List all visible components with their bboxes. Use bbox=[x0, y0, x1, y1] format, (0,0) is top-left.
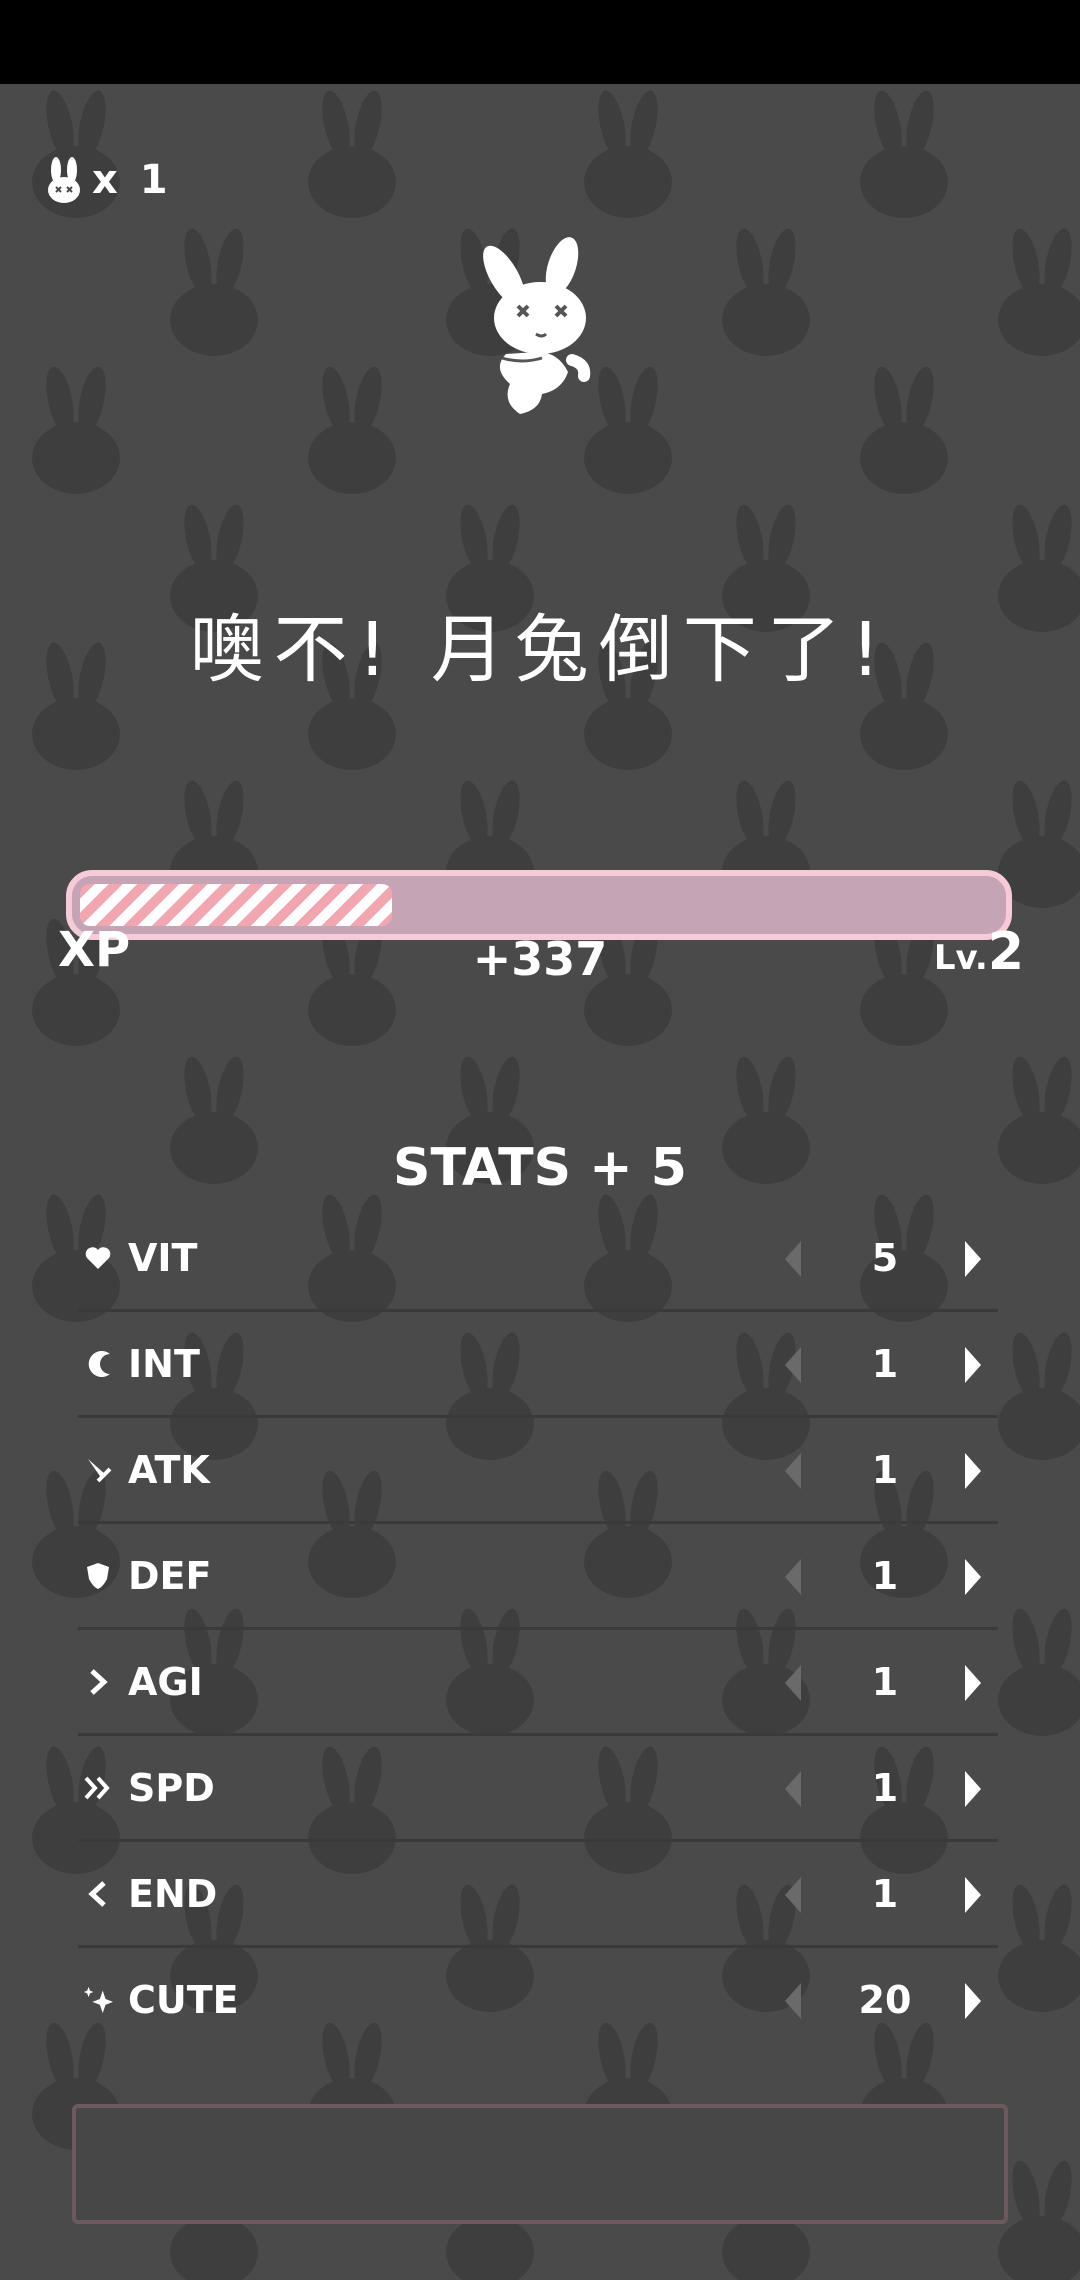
agility-arrow-icon bbox=[82, 1664, 114, 1700]
sparkle-icon bbox=[82, 1982, 114, 2018]
bunny-icon bbox=[48, 157, 80, 203]
stat-name: CUTE bbox=[128, 1978, 239, 2022]
stat-value: 1 bbox=[871, 1554, 899, 1598]
xp-progress-bar bbox=[66, 870, 1012, 940]
decrease-atk-button[interactable] bbox=[770, 1448, 816, 1494]
decrease-end-button[interactable] bbox=[770, 1872, 816, 1918]
increase-vit-button[interactable] bbox=[950, 1236, 996, 1282]
stat-name: END bbox=[128, 1872, 218, 1916]
stat-name: VIT bbox=[128, 1236, 198, 1280]
lives-count: x 1 bbox=[92, 157, 172, 203]
stat-row-int: INT 1 bbox=[78, 1312, 998, 1418]
level-number: 2 bbox=[987, 922, 1024, 982]
stat-name: AGI bbox=[128, 1660, 203, 1704]
increase-atk-button[interactable] bbox=[950, 1448, 996, 1494]
status-bar bbox=[0, 0, 1080, 84]
stat-value: 1 bbox=[871, 1448, 899, 1492]
stat-value: 1 bbox=[871, 1872, 899, 1916]
increase-cute-button[interactable] bbox=[950, 1978, 996, 2024]
confirm-button-area[interactable] bbox=[72, 2104, 1008, 2224]
game-over-title: 噢不! 月兔倒下了! bbox=[189, 607, 891, 693]
stat-value: 5 bbox=[871, 1236, 899, 1280]
stat-row-def: DEF 1 bbox=[78, 1524, 998, 1630]
stats-list: VIT 5 INT 1 ATK 1 DEF 1 AGI 1 SPD 1 END … bbox=[78, 1206, 998, 2054]
increase-agi-button[interactable] bbox=[950, 1660, 996, 1706]
decrease-agi-button[interactable] bbox=[770, 1660, 816, 1706]
decrease-vit-button[interactable] bbox=[770, 1236, 816, 1282]
heart-icon bbox=[82, 1240, 114, 1276]
stats-points-title: STATS + 5 bbox=[393, 1138, 687, 1198]
stat-row-end: END 1 bbox=[78, 1842, 998, 1948]
stat-name: ATK bbox=[128, 1448, 210, 1492]
stat-value: 1 bbox=[871, 1766, 899, 1810]
double-chevron-icon bbox=[82, 1770, 114, 1806]
decrease-cute-button[interactable] bbox=[770, 1978, 816, 2024]
stat-value: 20 bbox=[858, 1978, 912, 2022]
stat-row-agi: AGI 1 bbox=[78, 1630, 998, 1736]
decrease-int-button[interactable] bbox=[770, 1342, 816, 1388]
decrease-spd-button[interactable] bbox=[770, 1766, 816, 1812]
stat-row-spd: SPD 1 bbox=[78, 1736, 998, 1842]
endurance-icon bbox=[82, 1876, 114, 1912]
lives-counter: x 1 bbox=[44, 150, 172, 210]
stat-name: INT bbox=[128, 1342, 200, 1386]
increase-int-button[interactable] bbox=[950, 1342, 996, 1388]
level-indicator: Lv.2 bbox=[934, 922, 1024, 982]
increase-end-button[interactable] bbox=[950, 1872, 996, 1918]
fallen-bunny-illustration bbox=[483, 237, 591, 414]
sword-icon bbox=[82, 1452, 114, 1488]
stat-name: DEF bbox=[128, 1554, 212, 1598]
stat-value: 1 bbox=[871, 1342, 899, 1386]
decrease-def-button[interactable] bbox=[770, 1554, 816, 1600]
stat-row-vit: VIT 5 bbox=[78, 1206, 998, 1312]
shield-icon bbox=[82, 1558, 114, 1594]
moon-icon bbox=[82, 1346, 114, 1382]
stat-name: SPD bbox=[128, 1766, 215, 1810]
xp-progress-fill bbox=[80, 884, 392, 926]
increase-def-button[interactable] bbox=[950, 1554, 996, 1600]
stat-row-cute: CUTE 20 bbox=[78, 1948, 998, 2054]
level-prefix: Lv. bbox=[933, 938, 988, 978]
stat-row-atk: ATK 1 bbox=[78, 1418, 998, 1524]
xp-gain: +337 bbox=[472, 932, 608, 986]
increase-spd-button[interactable] bbox=[950, 1766, 996, 1812]
stat-value: 1 bbox=[871, 1660, 899, 1704]
